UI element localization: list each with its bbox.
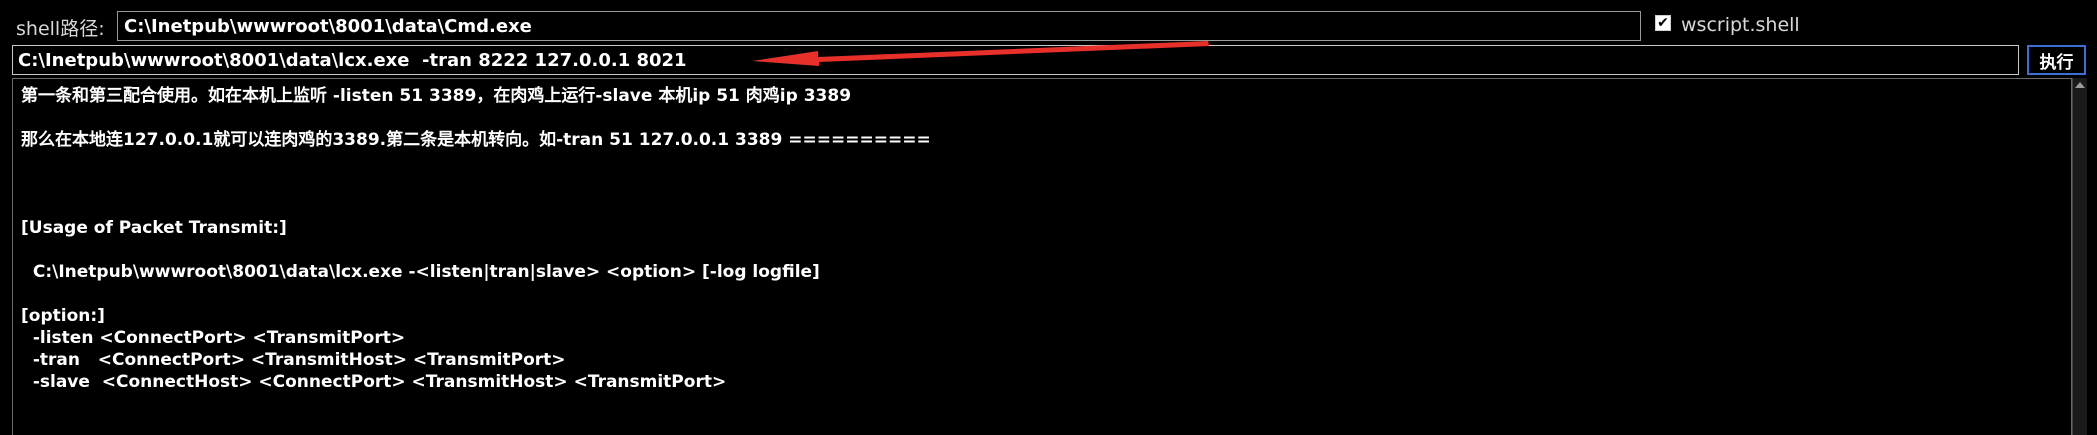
- scroll-up-arrow-icon[interactable]: [2075, 82, 2085, 88]
- command-output: 第一条和第三配合使用。如在本机上监听 -listen 51 3389，在肉鸡上运…: [12, 78, 2072, 435]
- output-line: 第一条和第三配合使用。如在本机上监听 -listen 51 3389，在肉鸡上运…: [21, 86, 852, 106]
- output-line: 那么在本地连127.0.0.1就可以连肉鸡的3389.第二条是本机转向。如-tr…: [21, 130, 931, 150]
- output-line: -tran <ConnectPort> <TransmitHost> <Tran…: [21, 350, 566, 370]
- output-line: [option:]: [21, 306, 105, 326]
- output-line: -slave <ConnectHost> <ConnectPort> <Tran…: [21, 372, 727, 392]
- wscript-shell-label: wscript.shell: [1681, 14, 1800, 36]
- output-scrollbar[interactable]: [2072, 78, 2087, 435]
- output-line: C:\Inetpub\wwwroot\8001\data\lcx.exe -<l…: [21, 262, 820, 282]
- output-line: -listen <ConnectPort> <TransmitPort>: [21, 328, 406, 348]
- output-line: [Usage of Packet Transmit:]: [21, 218, 287, 238]
- execute-button[interactable]: 执行: [2027, 45, 2086, 75]
- shell-path-label: shell路径:: [16, 18, 105, 40]
- command-input[interactable]: [12, 45, 2019, 75]
- wscript-shell-checkbox[interactable]: ✔: [1655, 15, 1671, 31]
- webshell-cmd-panel: shell路径: ✔ wscript.shell 执行 第一条和第三配合使用。如…: [0, 0, 2097, 435]
- shell-path-input[interactable]: [117, 11, 1641, 41]
